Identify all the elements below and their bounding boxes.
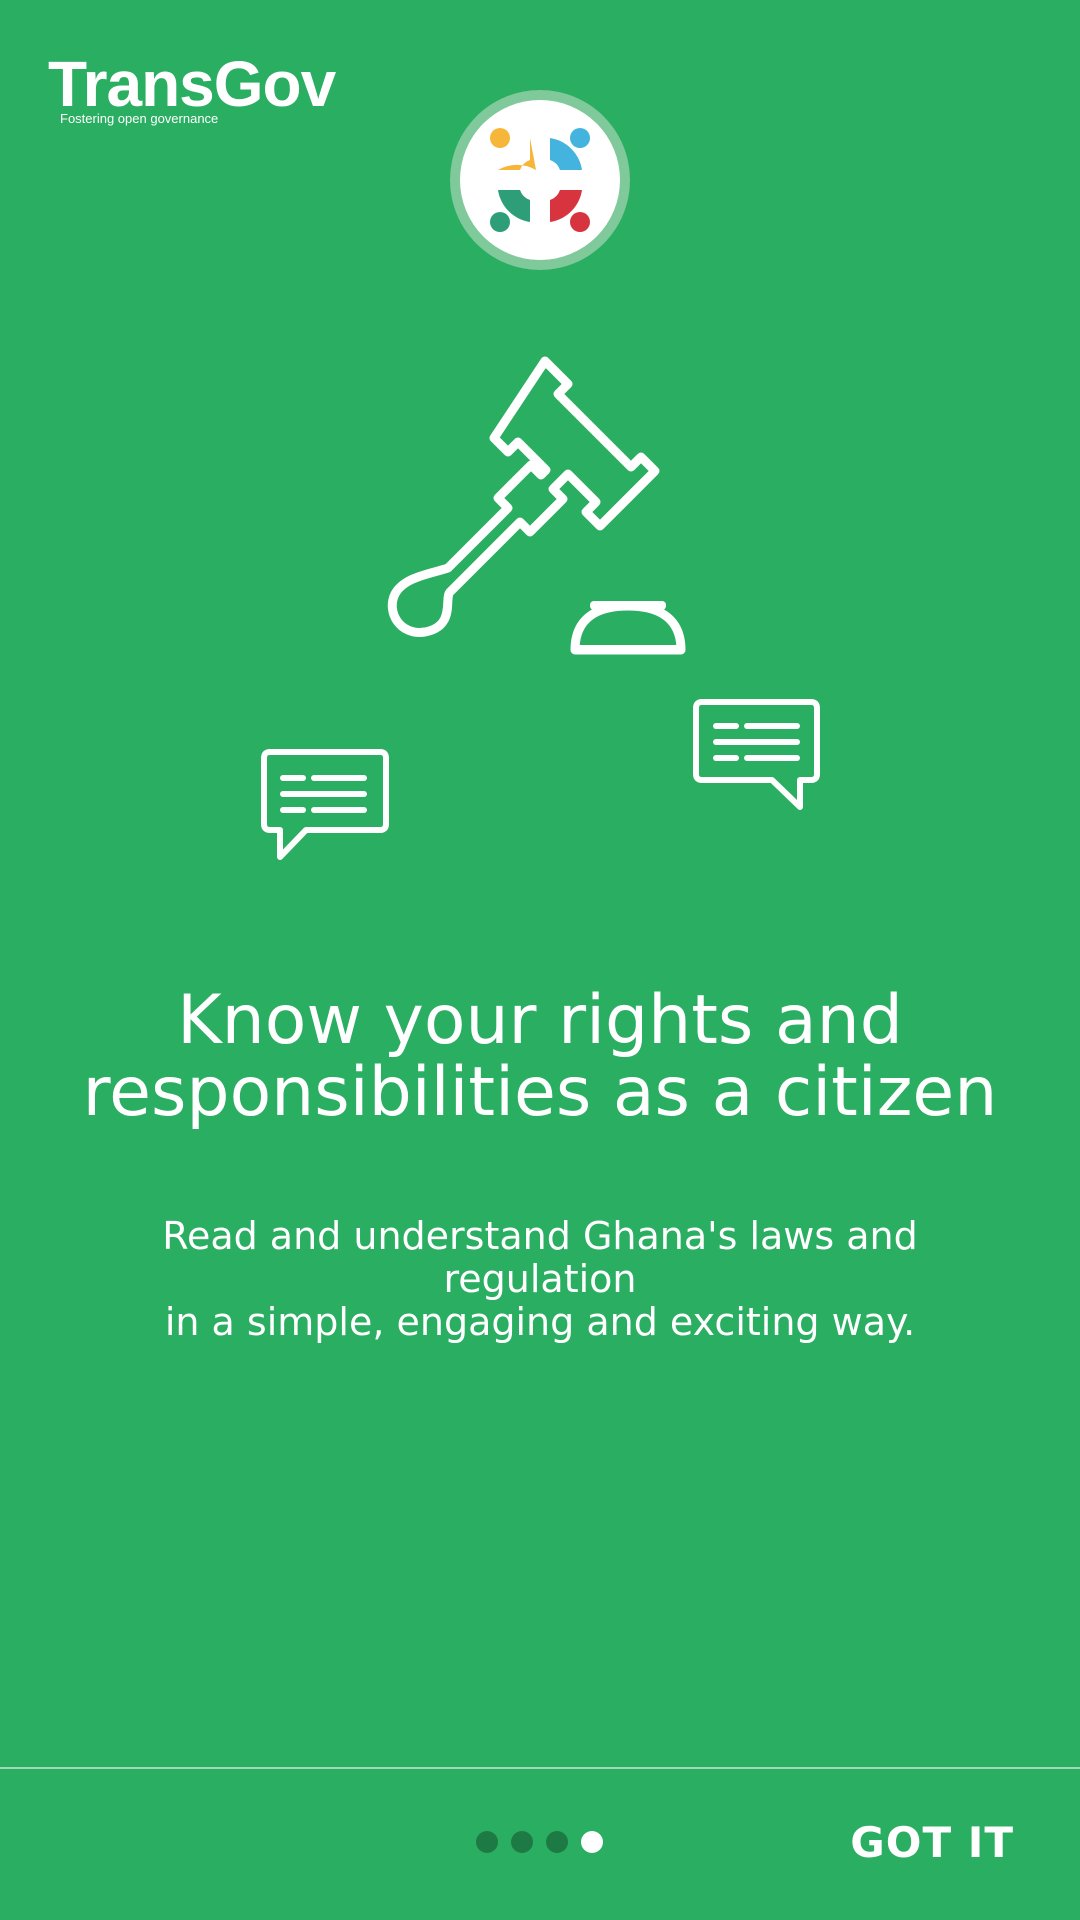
description-line-2: in a simple, engaging and exciting way.	[164, 1300, 916, 1344]
page-dot-active[interactable]	[581, 1831, 603, 1853]
gavel-icon	[387, 356, 660, 637]
onboarding-headline: Know your rights and responsibilities as…	[40, 985, 1040, 1129]
page-dot[interactable]	[546, 1831, 568, 1853]
sound-block-icon	[570, 601, 686, 655]
footer-divider	[0, 1767, 1080, 1769]
headline-line-1: Know your rights and	[177, 981, 903, 1060]
app-emblem	[450, 90, 630, 270]
brand-logo: TransGov Fostering open governance	[48, 48, 336, 126]
onboarding-description: Read and understand Ghana's laws and reg…	[60, 1215, 1020, 1344]
chat-bubble-icon	[693, 699, 820, 810]
page-dot[interactable]	[476, 1831, 498, 1853]
people-circle-logo-icon	[490, 128, 590, 232]
chat-bubble-icon	[261, 749, 389, 860]
headline-line-2: responsibilities as a citizen	[82, 1053, 998, 1132]
page-indicator	[476, 1831, 603, 1853]
law-illustration	[261, 356, 820, 860]
app-name: TransGov	[48, 48, 336, 120]
description-line-1: Read and understand Ghana's laws and reg…	[162, 1214, 918, 1301]
page-dot[interactable]	[511, 1831, 533, 1853]
got-it-button[interactable]: GOT IT	[850, 1818, 1014, 1867]
